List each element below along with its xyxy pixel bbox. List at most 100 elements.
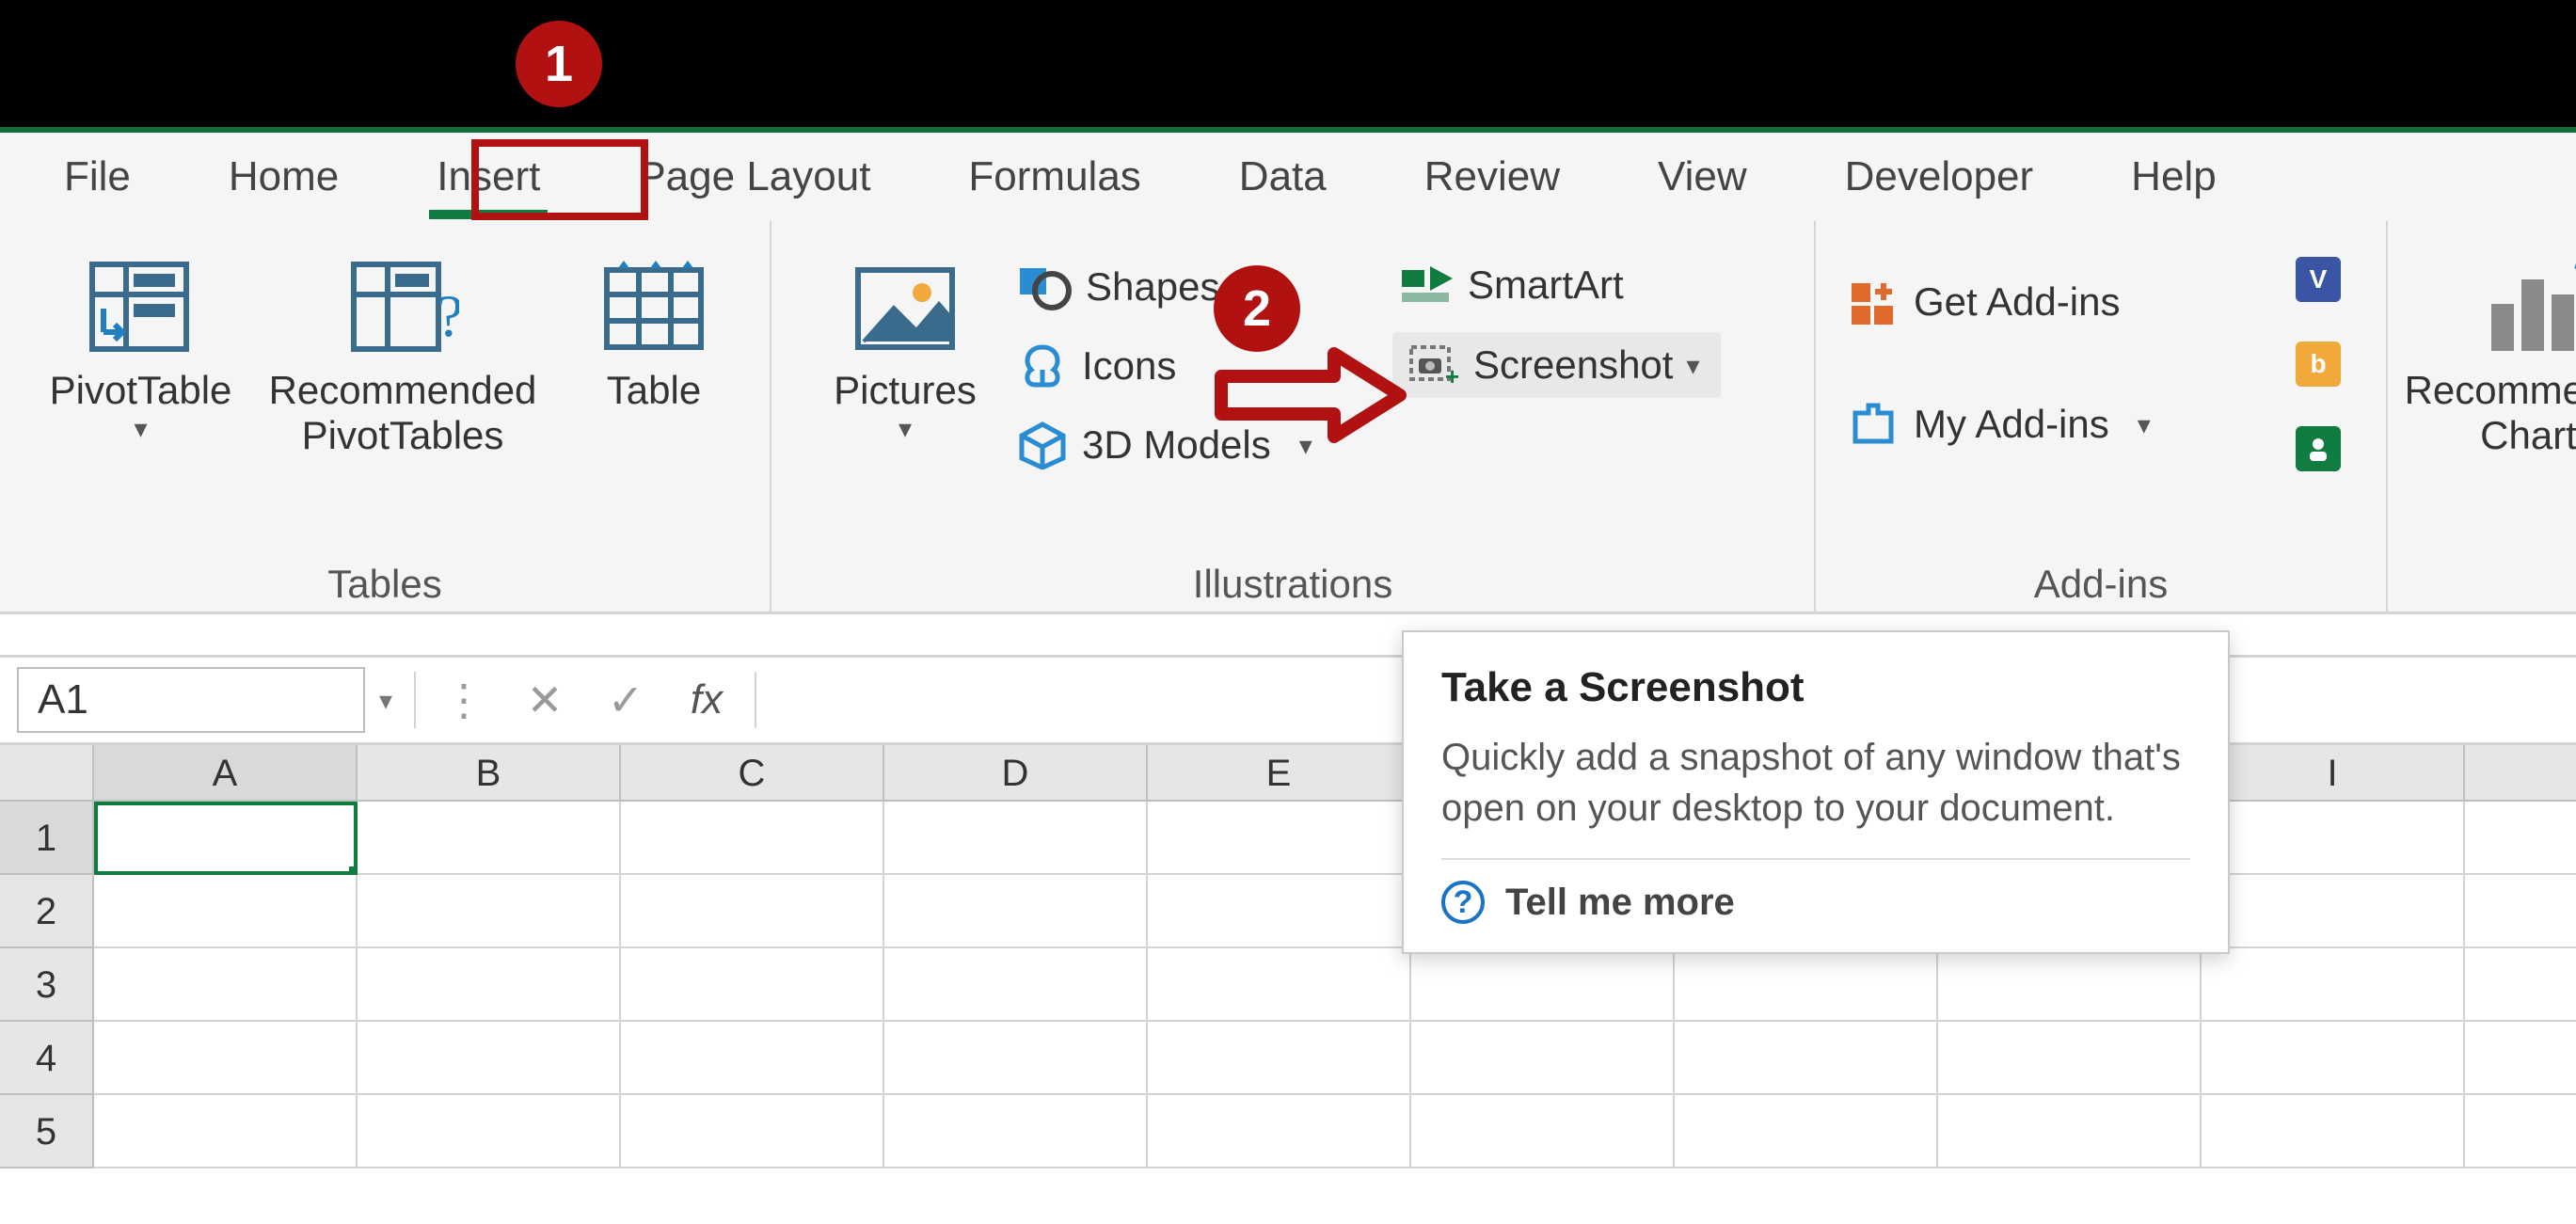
cell[interactable] — [2202, 1022, 2465, 1095]
pictures-button[interactable]: Pictures ▾ — [811, 257, 999, 444]
col-header-I[interactable]: I — [2202, 745, 2465, 802]
tab-home[interactable]: Home — [221, 148, 346, 206]
tab-page-layout[interactable]: Page Layout — [630, 148, 878, 206]
col-header-A[interactable]: A — [94, 745, 358, 802]
col-header-D[interactable]: D — [884, 745, 1148, 802]
name-box-dropdown[interactable]: ▾ — [365, 685, 406, 716]
cell[interactable] — [1675, 1022, 1938, 1095]
fx-icon[interactable]: fx — [666, 676, 747, 723]
col-header-J[interactable]: J — [2465, 745, 2576, 802]
tab-view[interactable]: View — [1650, 148, 1755, 206]
title-bar — [0, 0, 2576, 127]
cell[interactable] — [358, 802, 621, 875]
tell-me-more-link[interactable]: ? Tell me more — [1441, 881, 2190, 924]
icons-icon — [1016, 342, 1069, 390]
cell[interactable] — [621, 1022, 884, 1095]
screenshot-label: Screenshot — [1473, 342, 1673, 388]
cell[interactable] — [1148, 948, 1411, 1022]
cell[interactable] — [2465, 1095, 2576, 1168]
cell[interactable] — [2202, 802, 2465, 875]
cell[interactable] — [1148, 875, 1411, 948]
cell[interactable] — [1938, 1022, 2202, 1095]
pivottable-button[interactable]: PivotTable ▾ — [30, 257, 251, 444]
tab-active-underline — [429, 210, 548, 219]
cell[interactable] — [1675, 948, 1938, 1022]
cell[interactable] — [94, 1022, 358, 1095]
cell[interactable] — [2465, 948, 2576, 1022]
tab-help[interactable]: Help — [2123, 148, 2224, 206]
row-header-3[interactable]: 3 — [0, 948, 94, 1022]
cell[interactable] — [1148, 1095, 1411, 1168]
cell[interactable] — [1675, 1095, 1938, 1168]
tab-insert[interactable]: Insert — [429, 148, 548, 206]
col-header-E[interactable]: E — [1148, 745, 1411, 802]
cell[interactable] — [2465, 875, 2576, 948]
smartart-icon — [1398, 262, 1455, 308]
tab-file[interactable]: File — [56, 148, 138, 206]
cell[interactable] — [2202, 1095, 2465, 1168]
formula-menu-icon[interactable]: ⋮ — [423, 675, 504, 725]
callout-arrow — [1202, 339, 1409, 452]
cell[interactable] — [884, 948, 1148, 1022]
smartart-button[interactable]: SmartArt — [1398, 262, 1624, 308]
addin-tile-people[interactable] — [2296, 426, 2341, 471]
cell[interactable] — [1938, 948, 2202, 1022]
cell[interactable] — [2465, 1022, 2576, 1095]
enter-icon[interactable]: ✓ — [585, 675, 666, 725]
tab-developer[interactable]: Developer — [1837, 148, 2042, 206]
svg-text:?: ? — [437, 282, 459, 349]
shapes-button[interactable]: Shapes — [1016, 262, 1219, 311]
cell[interactable] — [621, 875, 884, 948]
icons-button[interactable]: Icons — [1016, 342, 1176, 390]
cell[interactable] — [358, 1022, 621, 1095]
cell[interactable] — [358, 948, 621, 1022]
tab-data[interactable]: Data — [1232, 148, 1334, 206]
row-header-1[interactable]: 1 — [0, 802, 94, 875]
cell[interactable] — [94, 875, 358, 948]
cell[interactable] — [621, 948, 884, 1022]
screenshot-tooltip: Take a Screenshot Quickly add a snapshot… — [1402, 630, 2230, 954]
cell[interactable] — [94, 1095, 358, 1168]
cell[interactable] — [884, 1095, 1148, 1168]
cell[interactable] — [2465, 802, 2576, 875]
cell[interactable] — [621, 802, 884, 875]
recommended-pivottables-button[interactable]: ? Recommended PivotTables — [262, 257, 544, 459]
recommended-charts-button[interactable]: ? Recommended Charts — [2407, 257, 2576, 459]
tell-me-more-label: Tell me more — [1505, 882, 1735, 924]
row-header-4[interactable]: 4 — [0, 1022, 94, 1095]
cancel-icon[interactable]: ✕ — [504, 675, 585, 725]
select-all-corner[interactable] — [0, 745, 94, 802]
tab-review[interactable]: Review — [1417, 148, 1567, 206]
cell[interactable] — [358, 875, 621, 948]
get-addins-icon — [1846, 278, 1900, 326]
cell[interactable] — [884, 1022, 1148, 1095]
addin-tile-bing[interactable]: b — [2296, 342, 2341, 387]
row-header-2[interactable]: 2 — [0, 875, 94, 948]
get-addins-button[interactable]: Get Add-ins — [1846, 278, 2120, 326]
row-header-5[interactable]: 5 — [0, 1095, 94, 1168]
cell[interactable] — [358, 1095, 621, 1168]
cell[interactable] — [884, 802, 1148, 875]
screenshot-button[interactable]: + Screenshot ▾ — [1392, 332, 1721, 398]
col-header-B[interactable]: B — [358, 745, 621, 802]
cell-A1[interactable] — [94, 802, 358, 875]
name-box[interactable] — [17, 667, 365, 733]
cell[interactable] — [1148, 802, 1411, 875]
col-header-C[interactable]: C — [621, 745, 884, 802]
cell[interactable] — [1148, 1022, 1411, 1095]
cell[interactable] — [1411, 948, 1675, 1022]
cell[interactable] — [94, 948, 358, 1022]
my-addins-button[interactable]: My Add-ins ▾ — [1846, 400, 2151, 449]
cell[interactable] — [2202, 948, 2465, 1022]
smartart-label: SmartArt — [1468, 262, 1624, 308]
addin-tile-visio[interactable]: V — [2296, 257, 2341, 302]
table-button[interactable]: Table — [574, 257, 734, 413]
tab-insert-label: Insert — [437, 153, 540, 199]
cell[interactable] — [2202, 875, 2465, 948]
cell[interactable] — [1411, 1022, 1675, 1095]
cell[interactable] — [884, 875, 1148, 948]
cell[interactable] — [1411, 1095, 1675, 1168]
cell[interactable] — [1938, 1095, 2202, 1168]
cell[interactable] — [621, 1095, 884, 1168]
tab-formulas[interactable]: Formulas — [961, 148, 1148, 206]
